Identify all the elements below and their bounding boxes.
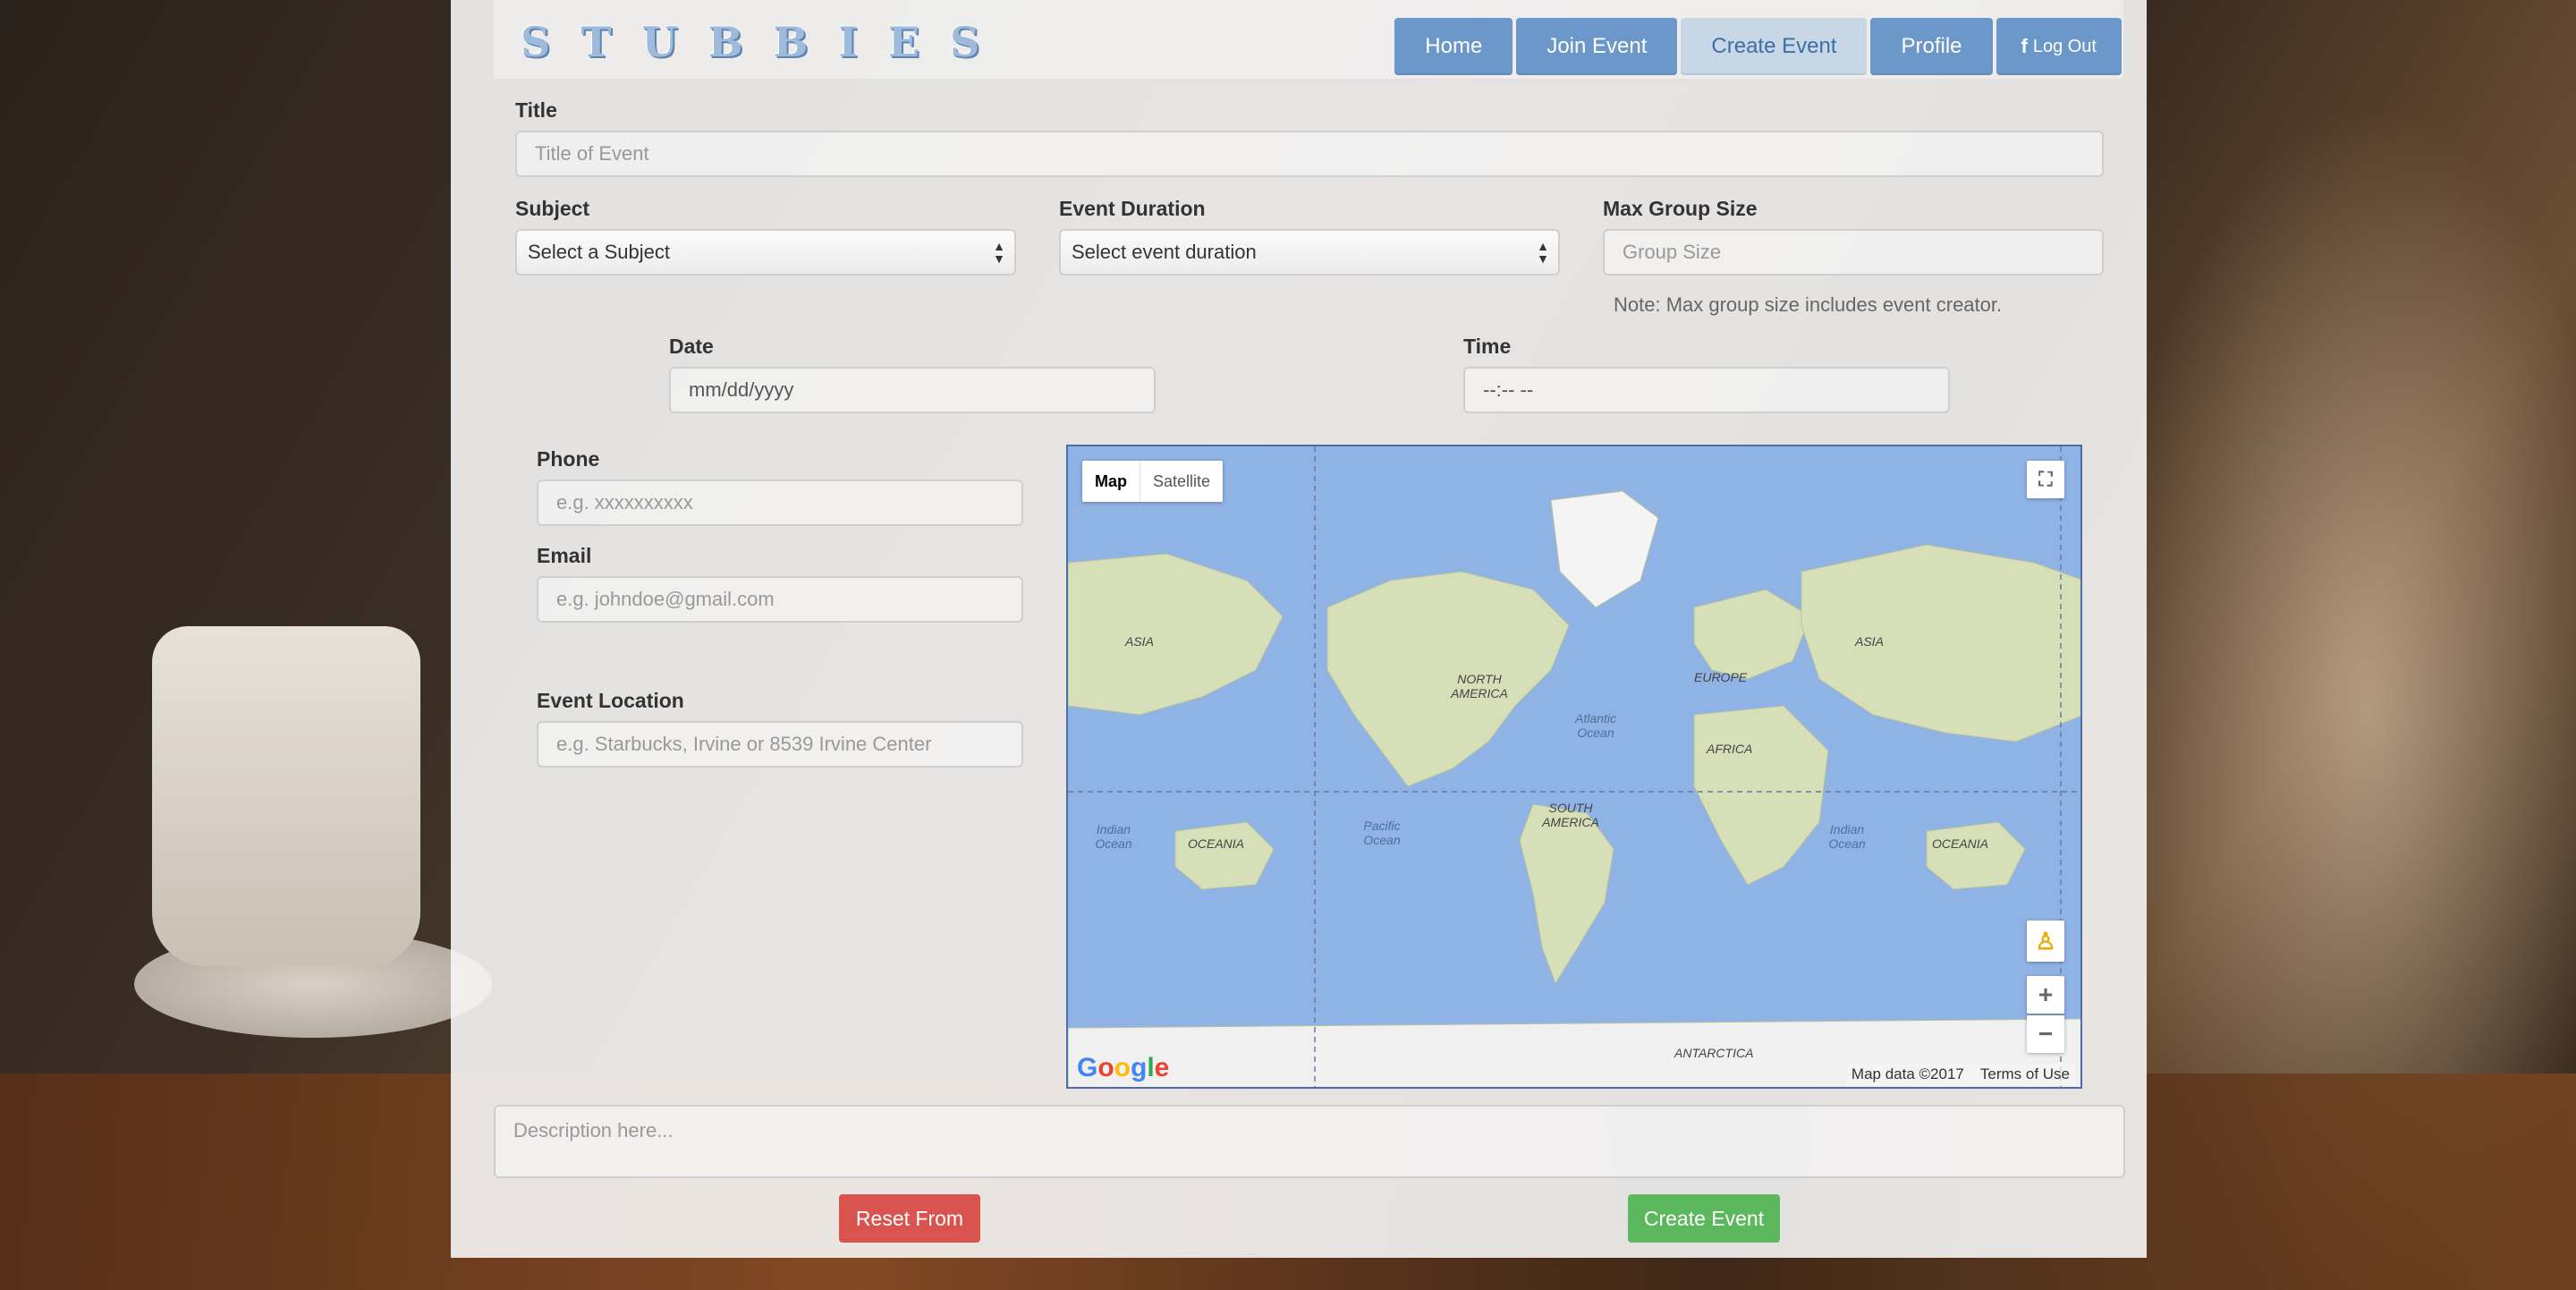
zoom-in-button[interactable]: + <box>2027 976 2064 1014</box>
logo-letter: S <box>521 18 555 66</box>
phone-label: Phone <box>537 447 600 471</box>
terms-of-use-link[interactable]: Terms of Use <box>1980 1065 2070 1083</box>
nav-create-event[interactable]: Create Event <box>1681 18 1868 75</box>
map-label-oceania-left: OCEANIA <box>1188 836 1245 851</box>
group-size-label: Max Group Size <box>1603 197 1758 220</box>
background-cup <box>152 626 420 966</box>
map-label-atlantic: Atlantic Ocean <box>1575 711 1616 740</box>
zoom-out-button[interactable]: − <box>2027 1015 2064 1053</box>
nav-menu: Home Join Event Create Event Profile f L… <box>1394 18 2122 75</box>
google-logo-letter: G <box>1077 1053 1098 1082</box>
nav-logout[interactable]: f Log Out <box>1996 18 2122 75</box>
logo-letter: B <box>773 18 812 66</box>
map-type-control: Map Satellite <box>1082 461 1224 502</box>
logo-letter: T <box>580 18 615 66</box>
map-label-asia-left: ASIA <box>1125 634 1154 649</box>
nav-profile[interactable]: Profile <box>1870 18 1993 75</box>
phone-input[interactable]: e.g. xxxxxxxxxx <box>537 480 1023 526</box>
group-size-note: Note: Max group size includes event crea… <box>1614 293 2003 316</box>
map-label-pacific: Pacific Ocean <box>1363 819 1401 847</box>
google-logo-letter: l <box>1147 1053 1155 1082</box>
logout-label: Log Out <box>2032 36 2097 56</box>
reset-form-button[interactable]: Reset From <box>839 1194 980 1243</box>
fullscreen-icon[interactable]: ⛶ <box>2027 461 2064 498</box>
google-logo-letter: e <box>1154 1053 1170 1082</box>
time-label: Time <box>1463 335 1512 358</box>
map-type-satellite-button[interactable]: Satellite <box>1140 461 1223 502</box>
group-size-input[interactable]: Group Size <box>1603 229 2104 276</box>
location-label: Event Location <box>537 689 684 712</box>
logo-letter: S <box>949 18 984 66</box>
facebook-icon: f <box>2021 35 2028 57</box>
title-input[interactable]: Title of Event <box>515 131 2104 177</box>
map-label-africa: AFRICA <box>1707 742 1753 756</box>
map-label-south-america: SOUTH AMERICA <box>1542 801 1599 829</box>
date-input[interactable]: mm/dd/yyyy <box>669 367 1156 413</box>
subject-label: Subject <box>515 197 590 220</box>
map-label-indian-right: Indian Ocean <box>1828 822 1866 851</box>
stubbies-logo[interactable]: S T U B B I E S <box>521 18 983 66</box>
map-label-europe: EUROPE <box>1694 670 1748 684</box>
navbar: S T U B B I E S Home Join Event Create E… <box>494 0 2123 81</box>
map-label-indian-left: Indian Ocean <box>1095 822 1132 851</box>
map-label-north-america: NORTH AMERICA <box>1451 672 1508 700</box>
select-arrows-icon: ▲ ▼ <box>1537 239 1549 266</box>
subject-value: Select a Subject <box>528 241 670 263</box>
logo-letter: U <box>641 18 682 66</box>
google-logo-letter: o <box>1114 1053 1131 1082</box>
duration-select[interactable]: Select event duration ▲ ▼ <box>1059 229 1560 276</box>
nav-home[interactable]: Home <box>1394 18 1513 75</box>
email-input[interactable]: e.g. johndoe@gmail.com <box>537 576 1023 623</box>
description-textarea[interactable]: Description here... <box>494 1105 2125 1178</box>
map-label-asia-right: ASIA <box>1855 634 1884 649</box>
google-logo[interactable]: Google <box>1077 1053 1169 1083</box>
map-type-map-button[interactable]: Map <box>1082 461 1140 502</box>
google-logo-letter: g <box>1131 1053 1148 1082</box>
date-label: Date <box>669 335 714 358</box>
create-event-button[interactable]: Create Event <box>1628 1194 1780 1243</box>
nav-join-event[interactable]: Join Event <box>1516 18 1678 75</box>
location-input[interactable]: e.g. Starbucks, Irvine or 8539 Irvine Ce… <box>537 721 1023 768</box>
google-logo-letter: o <box>1097 1053 1114 1082</box>
event-map[interactable]: ASIA NORTH AMERICA EUROPE ASIA Atlantic … <box>1066 445 2082 1089</box>
logo-letter: B <box>708 18 747 66</box>
logo-letter: E <box>887 18 923 66</box>
logo-letter: I <box>838 18 861 66</box>
select-arrows-icon: ▲ ▼ <box>993 239 1005 266</box>
map-attribution: Map data ©2017 Terms of Use <box>1845 1064 2075 1085</box>
world-map-graphic <box>1068 446 2080 1087</box>
duration-value: Select event duration <box>1072 241 1257 263</box>
title-label: Title <box>515 98 557 122</box>
time-input[interactable]: --:-- -- <box>1463 367 1950 413</box>
subject-select[interactable]: Select a Subject ▲ ▼ <box>515 229 1016 276</box>
duration-label: Event Duration <box>1059 197 1206 220</box>
email-label: Email <box>537 544 592 567</box>
map-label-oceania-right: OCEANIA <box>1932 836 1989 851</box>
create-event-panel: S T U B B I E S Home Join Event Create E… <box>451 0 2147 1258</box>
map-label-antarctica: ANTARCTICA <box>1674 1046 1754 1060</box>
map-data-text: Map data ©2017 <box>1851 1065 1964 1082</box>
pegman-icon[interactable]: ♙ <box>2027 921 2064 962</box>
